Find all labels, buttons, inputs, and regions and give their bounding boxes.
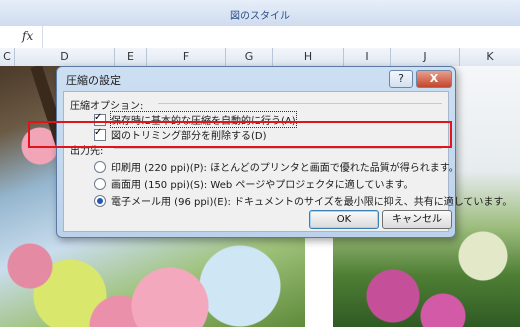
column-header-i[interactable]: I bbox=[344, 48, 391, 66]
formula-bar: fx bbox=[0, 26, 520, 49]
email-option-label: 電子メール用 (96 ppi)(E): ドキュメントのサイズを最小限に抑え、共有… bbox=[111, 197, 513, 208]
column-header-k[interactable]: K bbox=[460, 48, 520, 66]
column-header-f[interactable]: F bbox=[147, 48, 226, 66]
column-header-j[interactable]: J bbox=[391, 48, 460, 66]
group-separator bbox=[114, 148, 442, 149]
email-radio[interactable] bbox=[94, 194, 106, 207]
column-header-h[interactable]: H bbox=[273, 48, 344, 66]
screen-option[interactable]: 画面用 (150 ppi)(S): Web ページやプロジェクタに適しています。 bbox=[94, 176, 414, 191]
column-header-d[interactable]: D bbox=[15, 48, 115, 66]
radio-selected-dot bbox=[97, 197, 103, 204]
screen-radio[interactable] bbox=[94, 177, 106, 190]
help-button[interactable]: ? bbox=[389, 70, 413, 88]
screen-option-label: 画面用 (150 ppi)(S): Web ページやプロジェクタに適しています。 bbox=[111, 180, 414, 191]
print-option[interactable]: 印刷用 (220 ppi)(P): ほとんどのプリンタと画面で優れた品質が得られ… bbox=[94, 159, 459, 174]
column-header-c[interactable]: C bbox=[0, 48, 15, 66]
function-icon[interactable]: fx bbox=[22, 29, 33, 43]
email-option[interactable]: 電子メール用 (96 ppi)(E): ドキュメントのサイズを最小限に抑え、共有… bbox=[94, 193, 512, 208]
ribbon-strip: 図のスタイル bbox=[0, 0, 520, 27]
column-header-e[interactable]: E bbox=[115, 48, 147, 66]
column-headers: C D E F G H I J K bbox=[0, 48, 520, 67]
dialog-title: 圧縮の設定 bbox=[66, 74, 121, 87]
formula-bar-divider bbox=[42, 26, 43, 48]
close-button[interactable]: X bbox=[416, 70, 452, 88]
group-separator bbox=[158, 103, 442, 104]
print-option-label: 印刷用 (220 ppi)(P): ほとんどのプリンタと画面で優れた品質が得られ… bbox=[111, 163, 459, 174]
compression-settings-dialog: 圧縮の設定 ? X 圧縮オプション: ✓ 保存時に基本的な圧縮を自動的に行う(A… bbox=[56, 66, 512, 238]
ok-button[interactable]: OK bbox=[309, 210, 379, 229]
print-radio[interactable] bbox=[94, 160, 106, 173]
ribbon-group-label: 図のスタイル bbox=[230, 11, 290, 22]
annotation-highlight-box bbox=[28, 121, 452, 148]
cancel-button[interactable]: キャンセル bbox=[382, 210, 452, 229]
column-header-g[interactable]: G bbox=[226, 48, 273, 66]
compression-options-label: 圧縮オプション: bbox=[70, 101, 144, 112]
